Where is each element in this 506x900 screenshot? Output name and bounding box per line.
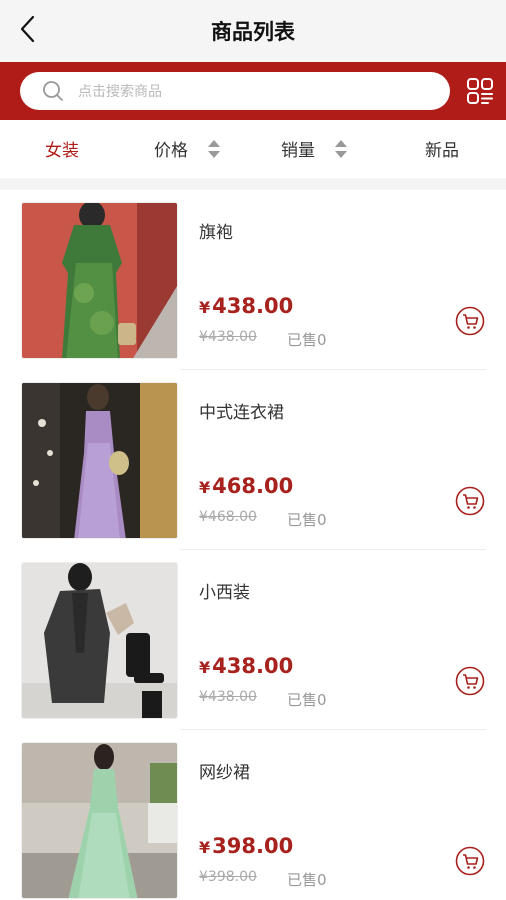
filter-label: 女装: [45, 141, 79, 161]
product-item[interactable]: 旗袍 ¥438.00 ¥438.00 已售0: [0, 190, 506, 370]
filter-label: 销量: [281, 141, 315, 161]
product-price: ¥468.00: [199, 474, 293, 498]
cart-icon[interactable]: [455, 846, 485, 876]
product-price: ¥438.00: [199, 294, 293, 318]
top-app-bar: 商品列表: [0, 0, 506, 62]
cart-icon[interactable]: [455, 306, 485, 336]
grid-list-icon[interactable]: [466, 77, 494, 105]
sold-count: 已售0: [287, 331, 327, 349]
original-price: ¥438.00: [199, 689, 257, 705]
original-price: ¥398.00: [199, 869, 257, 885]
original-price: ¥438.00: [199, 329, 257, 345]
product-price: ¥438.00: [199, 654, 293, 678]
product-image: [21, 562, 178, 719]
currency-symbol: ¥: [199, 838, 211, 857]
search-input[interactable]: 点击搜索商品: [20, 72, 450, 110]
currency-symbol: ¥: [199, 658, 211, 677]
sort-arrows-icon: [208, 140, 220, 158]
original-price: ¥468.00: [199, 509, 257, 525]
sold-count: 已售0: [287, 511, 327, 529]
price-value: 438.00: [212, 294, 294, 318]
product-item[interactable]: 小西装 ¥438.00 ¥438.00 已售0: [0, 550, 506, 730]
sort-arrows-icon: [335, 140, 347, 158]
product-item[interactable]: 中式连衣裙 ¥468.00 ¥468.00 已售0: [0, 370, 506, 550]
product-name: 网纱裙: [199, 763, 250, 783]
currency-symbol: ¥: [199, 298, 211, 317]
product-name: 旗袍: [199, 223, 233, 243]
search-band: 点击搜索商品: [0, 62, 506, 120]
price-value: 398.00: [212, 834, 294, 858]
filter-price-sort[interactable]: 价格: [154, 136, 220, 161]
cart-icon[interactable]: [455, 666, 485, 696]
product-name: 小西装: [199, 583, 250, 603]
price-value: 468.00: [212, 474, 294, 498]
search-icon: [43, 81, 63, 101]
product-item[interactable]: 网纱裙 ¥398.00 ¥398.00 已售0: [0, 730, 506, 900]
price-value: 438.00: [212, 654, 294, 678]
filter-label: 价格: [154, 141, 188, 161]
section-gap: [0, 178, 506, 190]
product-image: [21, 742, 178, 899]
sold-count: 已售0: [287, 871, 327, 889]
filter-label: 新品: [425, 141, 459, 161]
product-price: ¥398.00: [199, 834, 293, 858]
filter-sales-sort[interactable]: 销量: [281, 136, 347, 161]
currency-symbol: ¥: [199, 478, 211, 497]
sold-count: 已售0: [287, 691, 327, 709]
page-title: 商品列表: [211, 20, 295, 44]
product-name: 中式连衣裙: [199, 403, 284, 423]
search-placeholder: 点击搜索商品: [78, 84, 162, 100]
product-image: [21, 202, 178, 359]
product-image: [21, 382, 178, 539]
filter-new-arrivals[interactable]: 新品: [425, 136, 459, 161]
filter-category-women[interactable]: 女装: [45, 136, 79, 161]
filter-bar: 女装 价格 销量 新品: [0, 120, 506, 178]
cart-icon[interactable]: [455, 486, 485, 516]
